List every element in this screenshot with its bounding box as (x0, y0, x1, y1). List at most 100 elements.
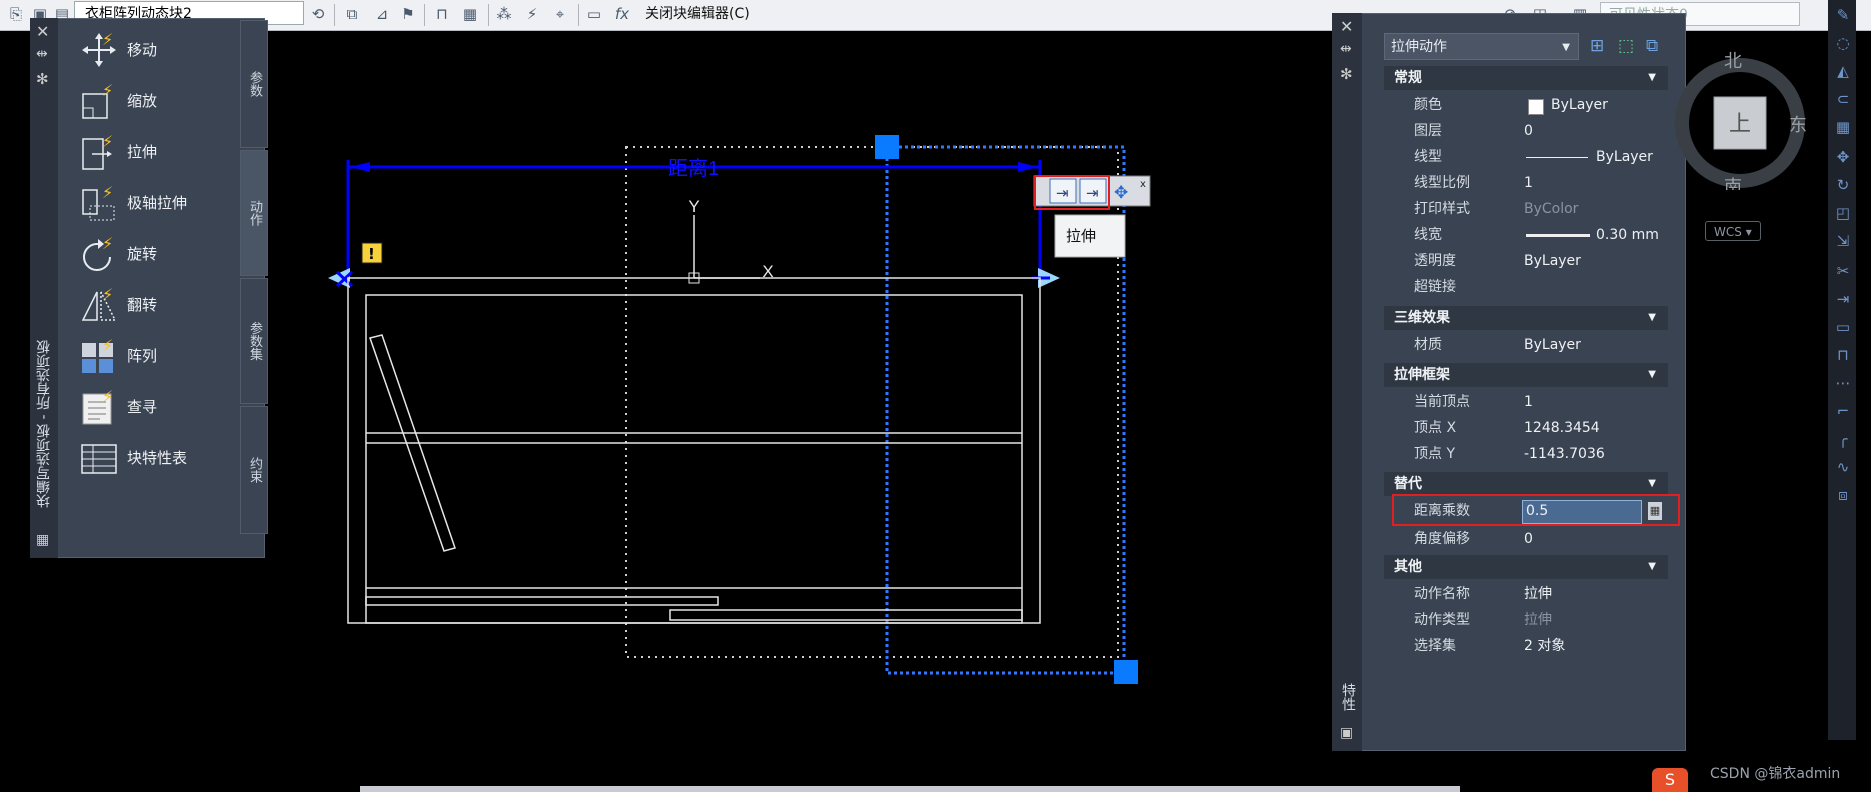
explode-icon[interactable]: ⧈ (1834, 486, 1852, 504)
section-misc[interactable]: 其他 ▼ (1384, 555, 1668, 579)
prop-row-current-vertex[interactable]: 当前顶点 1 (1384, 389, 1668, 415)
section-override[interactable]: 替代 ▼ (1384, 472, 1668, 496)
prop-row-plotstyle[interactable]: 打印样式 ByColor (1384, 196, 1668, 222)
section-3d-effects[interactable]: 三维效果 ▼ (1384, 306, 1668, 330)
prop-row-action-name[interactable]: 动作名称 拉伸 (1384, 581, 1668, 607)
prop-row-hyperlink[interactable]: 超链接 (1384, 274, 1668, 300)
join-icon[interactable]: ⋯ (1834, 374, 1852, 392)
right-modify-toolbar (1828, 0, 1856, 740)
svg-text:⚡: ⚡ (102, 388, 113, 406)
prop-row-linetype[interactable]: 线型 ByLayer (1384, 144, 1668, 170)
close-icon[interactable]: ✕ (36, 22, 49, 41)
horizontal-scrollbar[interactable] (360, 786, 1460, 792)
stretch-frame-dotted (625, 146, 1119, 658)
break-point-icon[interactable]: ⊓ (1834, 346, 1852, 364)
array-icon: ⚡ (82, 337, 113, 373)
palette-item-rotate[interactable]: ⚡ 旋转 (80, 233, 250, 277)
trim-icon[interactable]: ✂ (1834, 262, 1852, 280)
palette-title-strip: ✕ ⇹ ✻ 块编写选项板 - 所有选项板 ▦ (30, 18, 58, 558)
compass-north: 北 (1724, 51, 1742, 72)
svg-text:⚡: ⚡ (102, 82, 113, 100)
svg-text:拉伸: 拉伸 (1066, 227, 1096, 245)
palette-menu-icon[interactable]: ▦ (36, 532, 49, 548)
pencil-icon[interactable]: ✎ (1834, 6, 1852, 24)
autohide-icon[interactable]: ⇹ (36, 46, 48, 62)
svg-text:!: ! (368, 245, 375, 263)
wcs-menu[interactable]: WCS ▾ (1705, 221, 1761, 241)
scale-icon: ⚡ (82, 82, 113, 119)
svg-text:X: X (762, 262, 773, 281)
prop-row-lineweight[interactable]: 线宽 0.30 mm (1384, 222, 1668, 248)
vertex-grip-top (875, 135, 899, 159)
properties-menu-icon[interactable]: ▣ (1340, 725, 1353, 741)
prop-row-vertex-y[interactable]: 顶点 Y -1143.7036 (1384, 441, 1668, 467)
tab-parameter-sets[interactable]: 参数集 (240, 278, 268, 404)
tab-actions[interactable]: 动作 (240, 150, 268, 276)
distance-parameter-label: 距离1 (668, 157, 719, 180)
svg-text:⚡: ⚡ (102, 337, 113, 355)
palette-item-array[interactable]: ⚡ 阵列 (80, 335, 250, 379)
viewcube[interactable]: 上 北 东 南 (1670, 45, 1815, 190)
scale-tool-icon[interactable]: ◰ (1834, 204, 1852, 222)
autohide-icon[interactable]: ⇹ (1340, 41, 1352, 57)
calculator-icon[interactable]: ▦ (1648, 502, 1662, 520)
toggle-pickadd-icon[interactable]: ⊞ (1590, 36, 1604, 56)
rotate-tool-icon[interactable]: ↻ (1834, 176, 1852, 194)
erase-icon[interactable]: ◌ (1834, 34, 1852, 52)
settings-gear-icon[interactable]: ✻ (1340, 65, 1353, 83)
tab-parameters[interactable]: 参数 (240, 20, 268, 148)
flip-icon: ⚡ (81, 286, 117, 321)
blend-icon[interactable]: ∿ (1834, 458, 1852, 476)
tab-constraints[interactable]: 约束 (240, 406, 268, 534)
quick-select-icon[interactable]: ⧉ (1646, 36, 1658, 56)
wardrobe-outer (347, 277, 1041, 624)
move-action-icon: ✥ (1114, 183, 1128, 203)
svg-text:⚡: ⚡ (102, 133, 113, 151)
array-tool-icon[interactable]: ▦ (1834, 118, 1852, 136)
settings-gear-icon[interactable]: ✻ (36, 70, 49, 88)
move-icon: ⚡ (82, 31, 116, 67)
palette-item-flip[interactable]: ⚡ 翻转 (80, 284, 250, 328)
vertex-grip-bottom (1114, 660, 1138, 684)
extend-icon[interactable]: ⇥ (1834, 290, 1852, 308)
palette-item-scale[interactable]: ⚡ 缩放 (80, 80, 250, 124)
svg-text:⚡: ⚡ (102, 286, 113, 304)
block-table-icon (81, 444, 117, 474)
close-icon[interactable]: ✕ (1340, 17, 1353, 36)
palette-item-polar-stretch[interactable]: ⚡ 极轴拉伸 (80, 182, 250, 226)
palette-item-stretch[interactable]: ⚡ 拉伸 (80, 131, 250, 175)
palette-title: 块编写选项板 - 所有选项板 (36, 340, 52, 508)
select-objects-icon[interactable]: ⬚ (1618, 36, 1634, 56)
action-select[interactable]: 拉伸动作 ▼ (1384, 33, 1579, 60)
prop-row-layer[interactable]: 图层 0 (1384, 118, 1668, 144)
svg-text:x: x (1140, 179, 1146, 190)
prop-row-material[interactable]: 材质 ByLayer (1384, 332, 1668, 358)
prop-row-color[interactable]: 颜色 ByLayer (1384, 92, 1668, 118)
stretch-icon: ⚡ (82, 133, 113, 170)
prop-row-ltscale[interactable]: 线型比例 1 (1384, 170, 1668, 196)
break-icon[interactable]: ▭ (1834, 318, 1852, 336)
section-stretch-frame[interactable]: 拉伸框架 ▼ (1384, 363, 1668, 387)
svg-text:⚡: ⚡ (102, 31, 113, 49)
palette-item-lookup[interactable]: ⚡ 查寻 (80, 386, 250, 430)
color-swatch (1528, 99, 1544, 115)
mirror-icon[interactable]: ◭ (1834, 62, 1852, 80)
fillet-icon[interactable]: ╭ (1834, 430, 1852, 448)
watermark: CSDN @锦衣admin (1710, 766, 1841, 782)
prop-row-selection-set[interactable]: 选择集 2 对象 (1384, 633, 1668, 659)
prop-row-distance-multiplier[interactable]: 距离乘数 0.5 ▦ (1384, 498, 1668, 524)
move-tool-icon[interactable]: ✥ (1834, 148, 1852, 166)
prop-row-action-type[interactable]: 动作类型 拉伸 (1384, 607, 1668, 633)
offset-icon[interactable]: ⊂ (1834, 90, 1852, 108)
ime-logo-icon: S (1652, 768, 1688, 792)
palette-item-block-table[interactable]: 块特性表 (80, 437, 250, 481)
lookup-icon: ⚡ (82, 388, 113, 425)
section-general[interactable]: 常规 ▼ (1384, 66, 1668, 90)
stretch-tool-icon[interactable]: ⇲ (1834, 232, 1852, 250)
chamfer-icon[interactable]: ⌐ (1834, 402, 1852, 420)
polar-stretch-icon: ⚡ (82, 184, 115, 221)
prop-row-vertex-x[interactable]: 顶点 X 1248.3454 (1384, 415, 1668, 441)
prop-row-angle-offset[interactable]: 角度偏移 0 (1384, 526, 1668, 552)
palette-item-move[interactable]: ⚡ 移动 (80, 29, 250, 73)
prop-row-transparency[interactable]: 透明度 ByLayer (1384, 248, 1668, 274)
